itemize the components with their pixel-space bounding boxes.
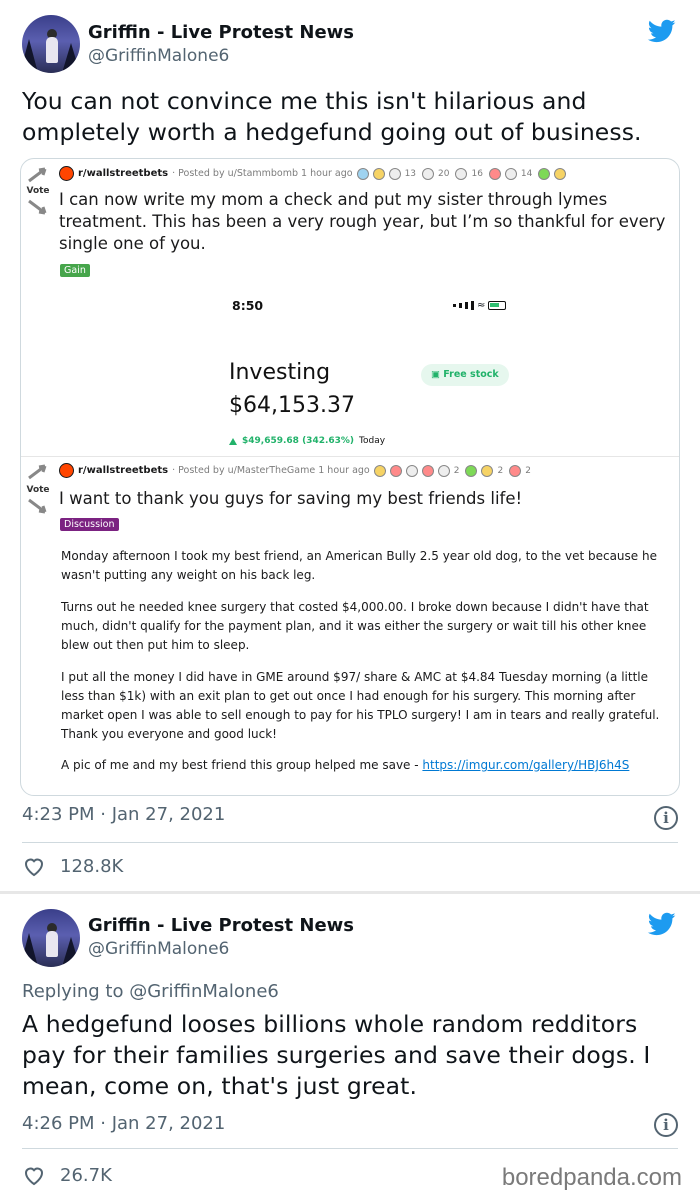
award-icon [373, 464, 386, 477]
post-header: r/wallstreetbets · Posted by u/Stammbomb… [59, 166, 567, 181]
award-count: 16 [471, 168, 483, 179]
post-paragraph: Turns out he needed knee surgery that co… [61, 600, 649, 652]
vote-label: Vote [26, 485, 50, 495]
heart-icon[interactable] [22, 1163, 46, 1187]
subreddit-icon [59, 463, 74, 478]
award-icon [388, 167, 401, 180]
watermark: boredpanda.com [501, 1164, 682, 1191]
tweet-text-line: mean, come on, that's just great. [22, 1072, 418, 1100]
award-icon [538, 167, 551, 180]
post-title[interactable]: I want to thank you guys for saving my b… [59, 488, 669, 510]
up-triangle-icon [229, 437, 237, 445]
like-row[interactable]: 128.8K [22, 854, 123, 878]
posted-by: · Posted by u/MasterTheGame 1 hour ago [172, 465, 370, 476]
gain-line: $49,659.68 (342.63%) Today [229, 436, 385, 446]
avatar[interactable] [22, 15, 80, 73]
award-count: 13 [404, 168, 417, 179]
portfolio-value: $64,153.37 [229, 393, 355, 418]
author-handle[interactable]: @GriffinMalone6 [88, 46, 229, 66]
info-icon[interactable]: i [654, 1113, 678, 1137]
tweet-text-line: ompletely worth a hedgefund going out of… [22, 118, 642, 146]
divider [22, 842, 678, 843]
twitter-bird-icon[interactable] [646, 910, 678, 938]
award-icon [356, 167, 369, 180]
tweet-text-line: A hedgefund looses billions whole random… [22, 1010, 638, 1038]
gift-icon: ▣ [431, 369, 444, 380]
post-flair[interactable]: Discussion [60, 518, 119, 531]
embedded-screenshot[interactable]: Vote r/wallstreetbets · Posted by u/Stam… [20, 158, 680, 796]
imgur-link[interactable]: https://imgur.com/gallery/HBJ6h4S [422, 758, 629, 772]
award-icon [504, 167, 517, 180]
award-icon [455, 167, 468, 180]
free-stock-button[interactable]: ▣ Free stock [421, 364, 509, 386]
post-header: r/wallstreetbets · Posted by u/MasterThe… [59, 463, 533, 478]
gain-amount: $49,659.68 (342.63%) [242, 436, 355, 446]
divider [22, 1148, 678, 1149]
tweet-timestamp[interactable]: 4:26 PM · Jan 27, 2021 [22, 1113, 225, 1134]
posted-by: · Posted by u/Stammbomb 1 hour ago [172, 168, 353, 179]
avatar[interactable] [22, 909, 80, 967]
tweet-timestamp[interactable]: 4:23 PM · Jan 27, 2021 [22, 804, 225, 825]
heart-icon[interactable] [22, 854, 46, 878]
award-count: 2 [497, 465, 504, 476]
twitter-bird-icon[interactable] [646, 17, 678, 45]
link-prefix: A pic of me and my best friend this grou… [61, 758, 423, 772]
award-icon [488, 167, 501, 180]
author-name[interactable]: Griffin - Live Protest News [88, 22, 354, 43]
like-count: 26.7K [60, 1164, 112, 1186]
downvote-icon[interactable] [27, 199, 49, 215]
award-icon [372, 167, 385, 180]
subreddit-icon [59, 166, 74, 181]
battery-icon [488, 301, 507, 310]
award-icon [509, 464, 522, 477]
tweet-main: Griffin - Live Protest News @GriffinMalo… [0, 0, 700, 893]
post-paragraph: A pic of me and my best friend this grou… [61, 756, 671, 775]
post-paragraph: I put all the money I did have in GME ar… [61, 670, 660, 741]
award-icon [421, 464, 434, 477]
subreddit-name[interactable]: r/wallstreetbets [78, 168, 168, 179]
subreddit-name[interactable]: r/wallstreetbets [78, 465, 168, 476]
wifi-icon: ≈ [477, 300, 486, 311]
post-flair[interactable]: Gain [60, 264, 90, 277]
upvote-icon[interactable] [27, 167, 49, 183]
author-handle[interactable]: @GriffinMalone6 [88, 939, 229, 959]
phone-status-icons: ≈ [453, 300, 507, 311]
award-icon [554, 167, 567, 180]
award-icon [422, 167, 435, 180]
award-icon [465, 464, 478, 477]
replying-to[interactable]: Replying to @GriffinMalone6 [22, 981, 279, 1002]
award-icon [481, 464, 494, 477]
award-icon [437, 464, 450, 477]
award-count: 2 [453, 465, 460, 476]
downvote-icon[interactable] [27, 498, 49, 514]
vote-label: Vote [26, 186, 50, 196]
author-name[interactable]: Griffin - Live Protest News [88, 915, 354, 936]
award-count: 2 [525, 465, 531, 476]
award-count: 14 [520, 168, 533, 179]
like-row[interactable]: 26.7K [22, 1163, 112, 1187]
tweet-text-line: You can not convince me this isn't hilar… [22, 87, 587, 115]
post-title[interactable]: I can now write my mom a check and put m… [59, 189, 669, 255]
tweet-text-line: pay for their families surgeries and sav… [22, 1041, 651, 1069]
investing-label: Investing [229, 360, 331, 385]
upvote-icon[interactable] [27, 464, 49, 480]
info-icon[interactable]: i [654, 806, 678, 830]
gain-period: Today [359, 436, 386, 446]
tweet-reply: Griffin - Live Protest News @GriffinMalo… [0, 893, 700, 1204]
award-count: 20 [438, 168, 450, 179]
phone-time: 8:50 [232, 298, 264, 313]
award-icon [389, 464, 402, 477]
post-paragraph: Monday afternoon I took my best friend, … [61, 549, 657, 582]
like-count: 128.8K [60, 855, 124, 877]
award-icon [405, 464, 418, 477]
